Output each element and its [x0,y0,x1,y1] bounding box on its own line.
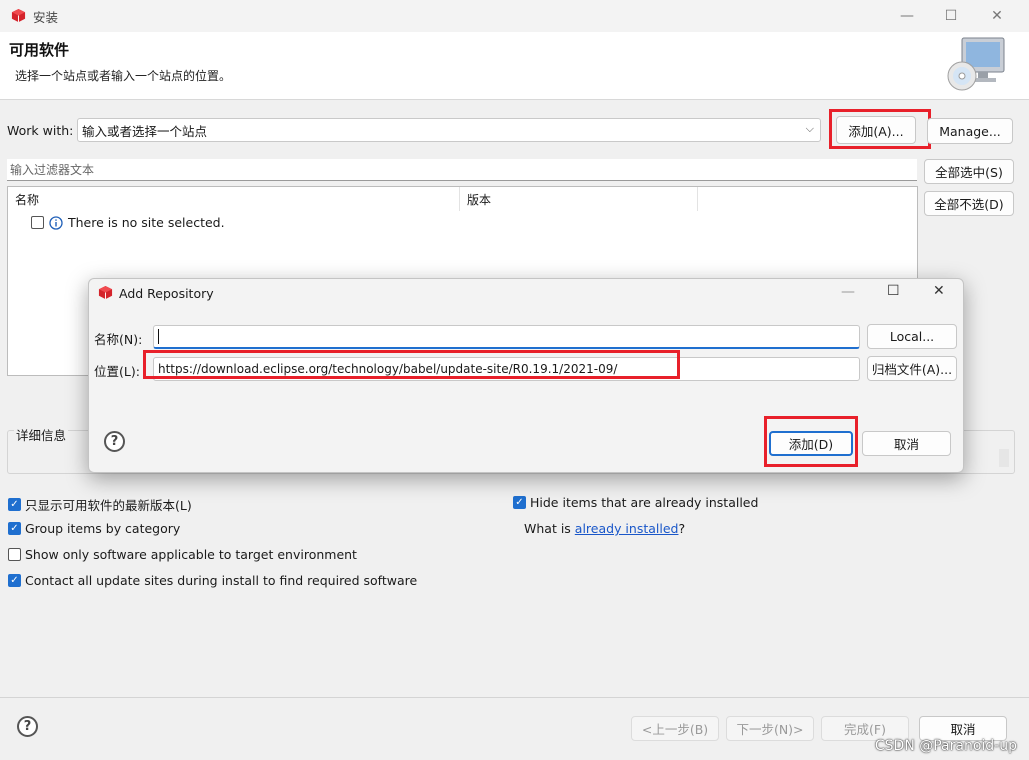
details-scrollbar[interactable] [999,449,1009,467]
table-row: There is no site selected. [31,215,225,230]
work-with-combo[interactable]: 输入或者选择一个站点 ⌵ [77,118,821,142]
work-with-value: 输入或者选择一个站点 [82,123,208,139]
title-bar [0,0,1029,32]
next-button[interactable]: 下一步(N)> [726,716,814,741]
option-label: Show only software applicable to target … [25,547,357,562]
name-input[interactable] [153,325,860,349]
archive-button[interactable]: 归档文件(A)... [867,356,957,381]
maximize-icon[interactable]: ☐ [928,4,974,28]
chevron-down-icon[interactable]: ⌵ [806,122,814,136]
option-target-env[interactable]: Show only software applicable to target … [8,547,357,562]
filter-input[interactable]: 输入过滤器文本 [7,159,917,181]
checkbox-contact-all[interactable]: ✓ [8,574,21,587]
name-label: 名称(N): [94,332,143,347]
already-installed-link[interactable]: already installed [575,521,679,536]
what-is-prefix: What is [524,521,575,536]
option-latest-only[interactable]: ✓ 只显示可用软件的最新版本(L) [8,495,192,514]
dialog-cancel-button[interactable]: 取消 [862,431,951,456]
text-cursor [158,329,159,344]
details-label: 详细信息 [14,425,69,444]
option-label: Group items by category [25,521,181,536]
help-icon[interactable]: ? [17,716,38,737]
install-banner-icon [947,37,1005,91]
dialog-help-icon[interactable]: ? [104,431,125,452]
checkbox-target-env[interactable] [8,548,21,561]
dialog-maximize-icon[interactable]: ☐ [887,283,900,299]
what-is-installed: What is already installed ? [524,521,685,536]
dialog-minimize-icon[interactable]: — [841,284,855,300]
option-group-by-category[interactable]: ✓ Group items by category [8,521,180,536]
empty-message: There is no site selected. [68,215,225,230]
wizard-header [0,32,1029,100]
option-contact-all[interactable]: ✓ Contact all update sites during instal… [8,573,417,588]
option-hide-installed[interactable]: ✓ Hide items that are already installed [513,495,758,510]
checkbox-hide-installed[interactable]: ✓ [513,496,526,509]
checkbox-group-by-category[interactable]: ✓ [8,522,21,535]
dialog-close-icon[interactable]: ✕ [933,283,945,299]
option-label: 只显示可用软件的最新版本(L) [25,498,192,513]
deselect-all-button[interactable]: 全部不选(D) [924,191,1014,216]
info-icon [49,215,63,230]
select-all-button[interactable]: 全部选中(S) [924,159,1014,184]
column-header-version[interactable]: 版本 [460,187,698,211]
page-title: 可用软件 [9,41,70,59]
page-description: 选择一个站点或者输入一个站点的位置。 [15,69,232,83]
highlight-box [829,109,931,149]
window-title: 安装 [33,10,59,25]
location-label: 位置(L): [94,364,140,379]
option-label: Hide items that are already installed [530,495,759,510]
dialog-app-icon [98,285,113,300]
highlight-box [143,350,680,379]
footer-divider [0,697,1029,698]
local-button[interactable]: Local... [867,324,957,349]
column-header-name[interactable]: 名称 [8,187,460,211]
what-is-suffix: ? [678,521,686,536]
checkbox-latest-only[interactable]: ✓ [8,498,21,511]
manage-button[interactable]: Manage... [927,118,1013,144]
app-icon [11,8,26,23]
work-with-label: Work with: [7,123,74,138]
back-button[interactable]: <上一步(B) [631,716,719,741]
option-label: Contact all update sites during install … [25,573,418,588]
dialog-title: Add Repository [119,286,214,301]
row-checkbox[interactable] [31,216,44,229]
close-icon[interactable]: ✕ [974,4,1020,28]
minimize-icon[interactable]: — [884,4,930,28]
watermark: CSDN @Paranoid-up [874,738,1017,754]
highlight-box [764,416,858,467]
